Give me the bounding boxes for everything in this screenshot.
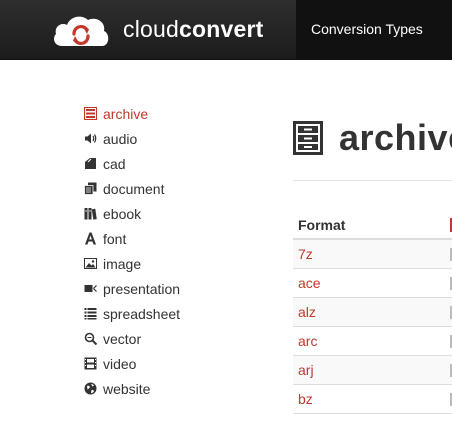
font-icon [84, 232, 97, 245]
sidebar-item-label: website [103, 380, 151, 397]
table-row[interactable]: arj [293, 356, 452, 385]
sidebar-item-label: video [103, 355, 137, 372]
sidebar-item-label: archive [103, 105, 149, 122]
globe-icon [84, 382, 97, 395]
sidebar-item-video[interactable]: video [84, 351, 284, 376]
volume-icon [84, 132, 97, 145]
sidebar-item-cad[interactable]: cad [84, 151, 284, 176]
archive-icon [293, 121, 323, 155]
format-link[interactable]: ace [298, 275, 321, 291]
list-icon [84, 307, 97, 320]
table-row[interactable]: 7z [293, 240, 452, 269]
sidebar-item-ebook[interactable]: ebook [84, 201, 284, 226]
column-header-format: Format [298, 217, 346, 233]
sidebar-item-archive[interactable]: archive [84, 101, 284, 126]
sidebar-item-audio[interactable]: audio [84, 126, 284, 151]
brand-name-regular: cloud [123, 16, 179, 42]
format-link[interactable]: bz [298, 391, 313, 407]
picture-icon [84, 257, 97, 270]
table-row[interactable]: arc [293, 327, 452, 356]
table-row[interactable]: bz [293, 385, 452, 414]
documents-icon [84, 182, 97, 195]
table-header: Format [293, 210, 452, 240]
sidebar-item-label: presentation [103, 280, 181, 297]
page-title: archive [293, 117, 452, 159]
format-link[interactable]: 7z [298, 246, 313, 262]
vector-icon [84, 332, 97, 345]
nav-conversion-types[interactable]: Conversion Types [296, 0, 452, 60]
title-divider [293, 180, 452, 181]
sidebar-item-label: cad [103, 155, 126, 172]
sidebar-item-label: document [103, 180, 165, 197]
sidebar-item-label: ebook [103, 205, 142, 222]
format-link[interactable]: alz [298, 304, 316, 320]
cad-icon [84, 157, 97, 170]
book-icon [84, 207, 97, 220]
sidebar: archive audio cad document ebook font im… [84, 101, 284, 401]
format-link[interactable]: arj [298, 362, 314, 378]
top-header: cloudconvert Conversion Types [0, 0, 452, 60]
sidebar-item-document[interactable]: document [84, 176, 284, 201]
sidebar-item-label: audio [103, 130, 138, 147]
table-row[interactable]: ace [293, 269, 452, 298]
sidebar-item-label: image [103, 255, 142, 272]
sidebar-item-label: font [103, 230, 127, 247]
sidebar-item-vector[interactable]: vector [84, 326, 284, 351]
sidebar-item-image[interactable]: image [84, 251, 284, 276]
sidebar-item-label: vector [103, 330, 142, 347]
cloudconvert-logo-icon[interactable] [52, 12, 110, 48]
sidebar-item-website[interactable]: website [84, 376, 284, 401]
formats-table: Format 7z ace alz arc arj bz [293, 210, 452, 414]
presentation-icon [84, 282, 97, 295]
archive-icon [84, 107, 97, 120]
table-row[interactable]: alz [293, 298, 452, 327]
sidebar-item-font[interactable]: font [84, 226, 284, 251]
page-title-text: archive [339, 117, 452, 158]
sidebar-item-presentation[interactable]: presentation [84, 276, 284, 301]
brand-name[interactable]: cloudconvert [123, 16, 263, 43]
sidebar-item-spreadsheet[interactable]: spreadsheet [84, 301, 284, 326]
format-link[interactable]: arc [298, 333, 317, 349]
film-icon [84, 357, 97, 370]
brand-name-bold: convert [178, 16, 264, 42]
sidebar-item-label: spreadsheet [103, 305, 181, 322]
